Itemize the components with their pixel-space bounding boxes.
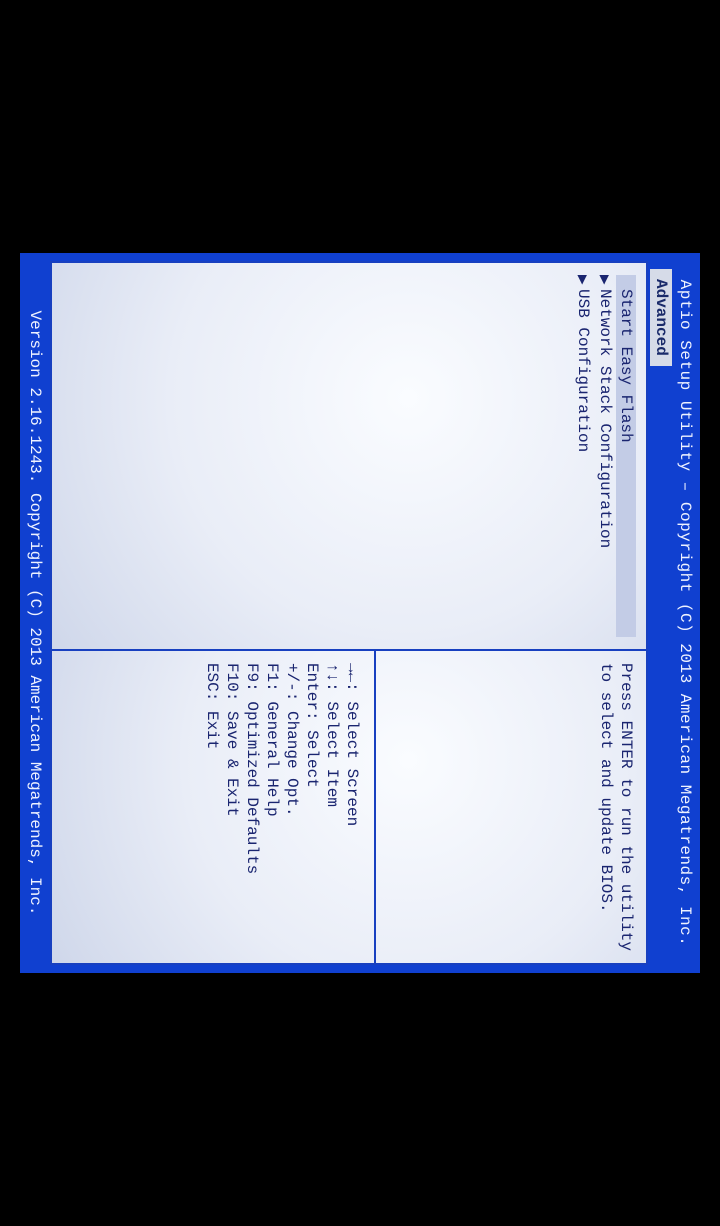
tab-advanced[interactable]: Advanced [650,269,672,366]
menu-item-usb-config[interactable]: ▶ USB Configuration [572,275,594,637]
key-help-line: ↑↓: Select Item [322,663,342,951]
menu-item-label: Start Easy Flash [617,289,635,443]
submenu-marker-icon [617,275,635,289]
item-help-text: Press ENTER to run the utility [616,663,636,951]
key-help-line: ESC: Exit [202,663,222,951]
tab-label: Advanced [652,279,670,356]
key-help-line: F10: Save & Exit [222,663,242,951]
key-help-line: F1: General Help [262,663,282,951]
key-help-line: F9: Optimized Defaults [242,663,262,951]
key-help-line: →←: Select Screen [342,663,362,951]
menu-item-label: Network Stack Configuration [596,289,614,548]
title-bar: Aptio Setup Utility – Copyright (C) 2013… [672,259,696,967]
bios-screen: Aptio Setup Utility – Copyright (C) 2013… [20,253,700,973]
item-help-text: to select and update BIOS. [596,663,616,951]
key-help-line: Enter: Select [302,663,322,951]
footer-bar: Version 2.16.1243. Copyright (C) 2013 Am… [24,259,48,967]
key-help-line: +/-: Change Opt. [282,663,302,951]
submenu-marker-icon: ▶ [573,275,593,289]
menu-item-label: USB Configuration [574,289,592,452]
title-text: Aptio Setup Utility – Copyright (C) 2013… [676,280,694,947]
tab-bar: Advanced [650,259,672,967]
menu-item-network-stack[interactable]: ▶ Network Stack Configuration [594,275,616,637]
main-menu-pane: Start Easy Flash ▶ Network Stack Configu… [50,261,648,649]
submenu-marker-icon: ▶ [595,275,615,289]
item-help-box: Press ENTER to run the utility to select… [374,651,646,963]
menu-item-start-easy-flash[interactable]: Start Easy Flash [616,275,636,637]
key-help-box: →←: Select Screen ↑↓: Select Item Enter:… [62,663,366,951]
help-pane: Press ENTER to run the utility to select… [50,649,648,965]
version-text: Version 2.16.1243. Copyright (C) 2013 Am… [26,311,44,916]
